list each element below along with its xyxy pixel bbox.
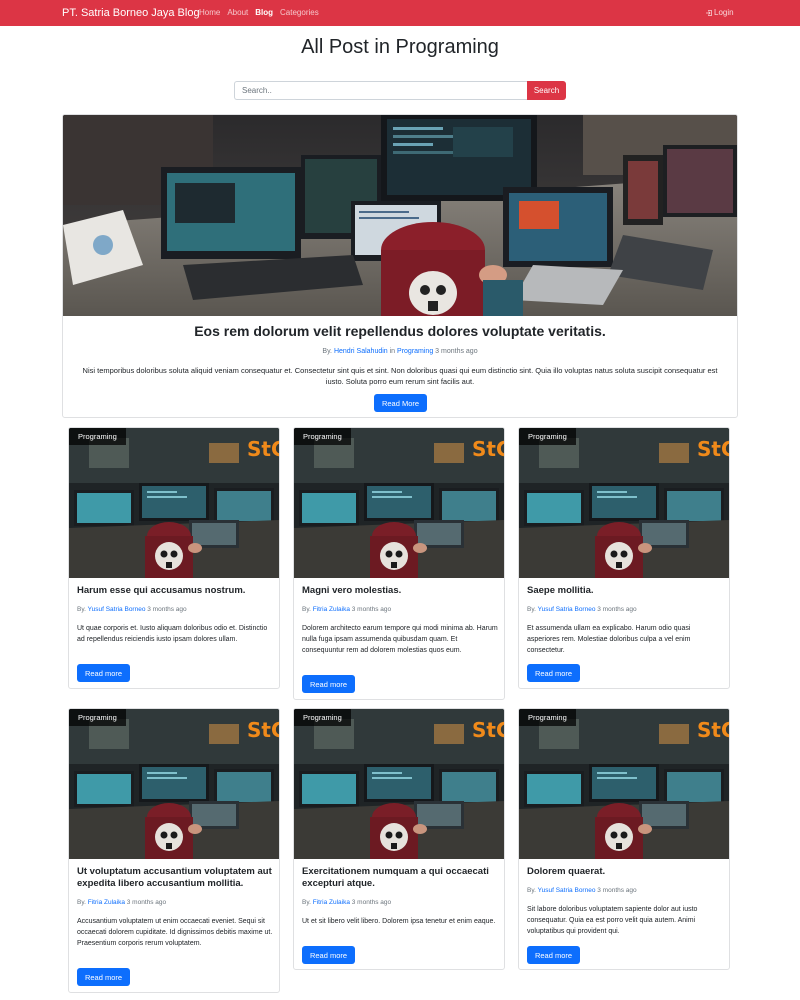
svg-text:StG: StG (472, 718, 504, 742)
post-thumbnail[interactable]: StG (294, 428, 504, 578)
post-excerpt: Ut quae corporis et. Iusto aliquam dolor… (77, 625, 268, 643)
post-card: StG Programing Magni vero molestias. By. (293, 427, 505, 700)
svg-text:StG: StG (697, 718, 729, 742)
meta-by-label: By. (302, 606, 311, 613)
post-meta: By. Yusuf Satria Borneo 3 months ago (77, 606, 187, 613)
search-input[interactable] (234, 81, 527, 100)
author-link[interactable]: Hendri Salahudin (334, 348, 388, 355)
post-title[interactable]: Magni vero molestias. (302, 585, 498, 597)
author-link[interactable]: Yusuf Satria Borneo (538, 887, 596, 894)
post-thumbnail[interactable]: StG (519, 709, 729, 859)
read-more-button[interactable]: Read more (527, 946, 580, 964)
post-excerpt: Et assumenda ullam ea explicabo. Harum o… (527, 625, 691, 654)
read-more-button[interactable]: Read more (527, 664, 580, 682)
meta-by-label: By. (77, 606, 86, 613)
post-title[interactable]: Harum esse qui accusamus nostrum. (77, 585, 273, 597)
author-link[interactable]: Yusuf Satria Borneo (88, 606, 146, 613)
read-more-button[interactable]: Read more (302, 675, 355, 693)
post-meta: By. Fitria Zulaika 3 months ago (302, 606, 391, 613)
nav-link-about[interactable]: About (227, 8, 248, 17)
featured-post-excerpt: Nisi temporibus doloribus soluta aliquid… (82, 366, 718, 386)
post-excerpt: Sit labore doloribus voluptatem sapiente… (527, 906, 698, 935)
post-time: 3 months ago (351, 606, 392, 613)
post-time: 3 months ago (126, 899, 167, 906)
login-label: Login (714, 8, 734, 17)
category-badge: Programing (519, 709, 576, 726)
meta-by-label: By. (527, 606, 536, 613)
post-time: 3 months ago (147, 606, 187, 613)
read-more-button[interactable]: Read More (374, 394, 427, 412)
svg-text:StG: StG (472, 437, 504, 461)
post-time: 3 months ago (597, 887, 637, 894)
post-card: StG Programing Dolorem quaerat. By. (518, 708, 730, 970)
post-meta: By. Yusuf Satria Borneo 3 months ago (527, 606, 637, 613)
post-card: StG Programing Harum esse qui accusamus … (68, 427, 280, 689)
nav-link-blog[interactable]: Blog (255, 8, 273, 17)
post-card: StG Programing Saepe mollitia. By. (518, 427, 730, 689)
login-link[interactable]: Login (705, 8, 734, 17)
nav-link-home[interactable]: Home (199, 8, 220, 17)
post-time: 3 months ago (435, 348, 478, 355)
nav-links: Home About Blog Categories (199, 8, 319, 17)
svg-text:StG: StG (697, 437, 729, 461)
author-link[interactable]: Yusuf Satria Borneo (538, 606, 596, 613)
svg-text:StG: StG (247, 437, 279, 461)
navbar: PT. Satria Borneo Jaya Blog Home About B… (0, 0, 800, 26)
post-title[interactable]: Exercitationem numquam a qui occaecati e… (302, 866, 498, 890)
featured-post-image (63, 115, 737, 316)
post-meta: By. Fitria Zulaika 3 months ago (77, 899, 166, 906)
post-title[interactable]: Saepe mollitia. (527, 585, 723, 597)
post-thumbnail[interactable]: StG (69, 709, 279, 859)
read-more-button[interactable]: Read more (77, 664, 130, 682)
category-badge: Programing (69, 428, 126, 445)
svg-text:StG: StG (247, 718, 279, 742)
meta-by-label: By. (302, 899, 311, 906)
page-title: All Post in Programing (301, 36, 499, 58)
post-thumbnail[interactable]: StG (294, 709, 504, 859)
category-badge: Programing (519, 428, 576, 445)
author-link[interactable]: Fitria Zulaika (313, 606, 350, 613)
meta-by-label: By. (77, 899, 86, 906)
post-card: StG Programing Ut voluptatum accusantium… (68, 708, 280, 993)
search-form: Search (234, 81, 566, 100)
search-button[interactable]: Search (527, 81, 566, 100)
post-excerpt: Accusantium voluptatem ut enim occaecati… (77, 918, 273, 947)
navbar-brand[interactable]: PT. Satria Borneo Jaya Blog (62, 7, 200, 19)
nav-link-categories[interactable]: Categories (280, 8, 319, 17)
meta-by-label: By. (322, 348, 333, 355)
featured-post-card: Eos rem dolorum velit repellendus dolore… (62, 114, 738, 418)
post-excerpt: Ut et sit libero velit libero. Dolorem i… (302, 918, 496, 925)
post-title[interactable]: Dolorem quaerat. (527, 866, 723, 878)
post-meta: By. Fitria Zulaika 3 months ago (302, 899, 391, 906)
meta-by-label: By. (527, 887, 536, 894)
post-title[interactable]: Ut voluptatum accusantium voluptatem aut… (77, 866, 273, 890)
read-more-button[interactable]: Read more (302, 946, 355, 964)
post-meta: By. Yusuf Satria Borneo 3 months ago (527, 887, 637, 894)
category-badge: Programing (294, 428, 351, 445)
read-more-button[interactable]: Read more (77, 968, 130, 986)
post-card: StG Programing Exercitationem numquam a … (293, 708, 505, 970)
post-time: 3 months ago (351, 899, 392, 906)
author-link[interactable]: Fitria Zulaika (313, 899, 350, 906)
meta-in-label: in (389, 348, 396, 355)
post-excerpt: Dolorem architecto earum tempore qui mod… (302, 625, 498, 654)
featured-post-meta: By. Hendri Salahudin in Programing 3 mon… (63, 348, 737, 355)
category-badge: Programing (294, 709, 351, 726)
login-icon (706, 9, 712, 16)
post-thumbnail[interactable]: StG (69, 428, 279, 578)
post-thumbnail[interactable]: StG (519, 428, 729, 578)
category-link[interactable]: Programing (397, 348, 433, 355)
category-badge: Programing (69, 709, 126, 726)
author-link[interactable]: Fitria Zulaika (88, 899, 125, 906)
post-time: 3 months ago (597, 606, 637, 613)
featured-post-title[interactable]: Eos rem dolorum velit repellendus dolore… (63, 323, 737, 339)
